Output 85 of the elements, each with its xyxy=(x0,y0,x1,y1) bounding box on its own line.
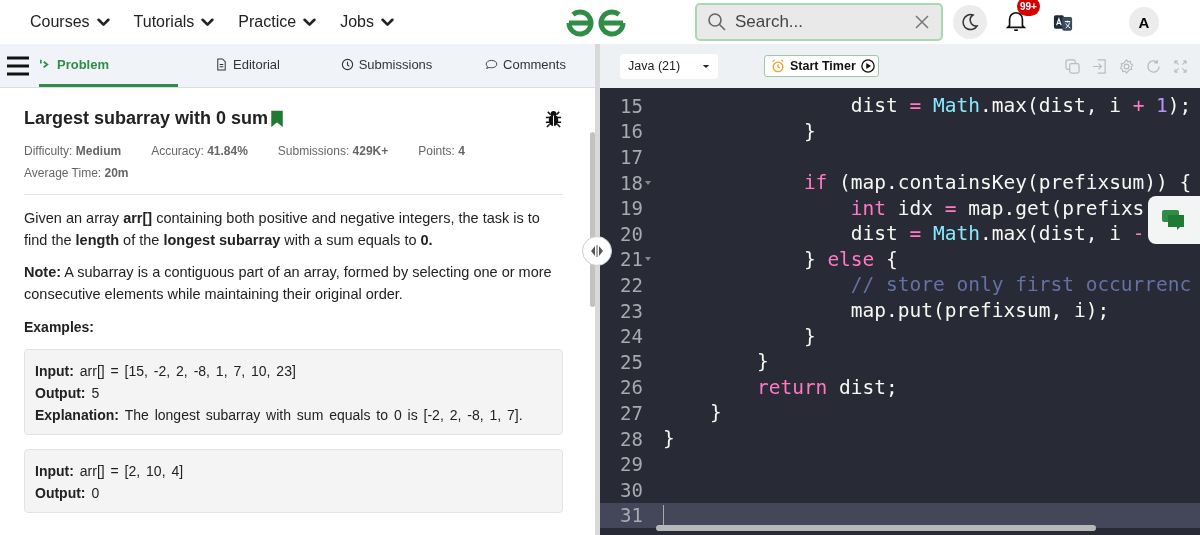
avatar-button[interactable]: A xyxy=(1129,7,1159,37)
menu-icon[interactable] xyxy=(6,56,30,76)
caret-icon xyxy=(702,63,710,69)
code-line: } else { xyxy=(802,247,898,271)
line-number: 27 xyxy=(620,401,643,424)
code-line: dist = Math.max(dist, i + 1); xyxy=(849,94,1192,118)
example-line: Input: arr[] = [2, 10, 4] xyxy=(35,462,185,481)
example-line: Output: 5 xyxy=(35,384,101,403)
split-arrows-icon xyxy=(590,245,604,257)
bug-icon[interactable] xyxy=(544,108,563,128)
example-line: Explanation: The longest subarray with sum equals to 0 is [-2, 2, -8, 1, 7]. xyxy=(35,406,524,425)
line-number: 24 xyxy=(620,325,643,348)
line-number: 25 xyxy=(620,350,643,373)
moon-icon xyxy=(960,12,980,32)
code-line: if (map.containsKey(prefixsum)) { xyxy=(802,171,1192,195)
code-line: } xyxy=(802,324,816,348)
line-number: 18 xyxy=(620,171,643,194)
code-line: } xyxy=(708,401,722,425)
nav-menu[interactable]: Tutorials xyxy=(133,13,215,31)
problem-title: Largest subarray with 0 sum xyxy=(24,107,269,129)
code-icon xyxy=(39,57,52,71)
line-number: 28 xyxy=(620,427,643,450)
logo-icon[interactable] xyxy=(565,6,627,38)
speech-bubble-icon xyxy=(485,57,499,71)
bookmark-icon[interactable] xyxy=(271,109,284,127)
tab[interactable]: Submissions xyxy=(317,44,456,87)
line-number: 23 xyxy=(620,299,643,322)
search-icon xyxy=(707,12,727,32)
text-cursor xyxy=(663,505,664,526)
chevron-down-icon xyxy=(380,17,394,27)
tab[interactable]: Comments xyxy=(456,44,595,87)
code-line: dist = Math.max(dist, i - xyxy=(849,222,1145,246)
fold-icon[interactable] xyxy=(644,257,651,262)
start-timer-button[interactable]: Start Timer xyxy=(764,55,879,77)
play-icon xyxy=(860,59,875,73)
line-number: 15 xyxy=(620,94,643,117)
line-number: 26 xyxy=(620,376,643,399)
notification-badge: 99+ xyxy=(1017,0,1040,16)
chat-button[interactable] xyxy=(1148,196,1200,244)
problem-text: Given an array arr[] containing both positive and negative integers, the task is to find the length of the longest subarray with a sum equals to 0. xyxy=(24,209,541,250)
problem-text: Note: A subarray is a contiguous part of an array, formed by selecting one or more consecutive elements while maintaining their original order. xyxy=(24,263,553,304)
line-number: 29 xyxy=(620,453,643,476)
code-line: int idx = map.get(prefixs xyxy=(849,196,1145,220)
code-line: map.put(prefixsum, i); xyxy=(849,299,1110,323)
nav-menu[interactable]: Jobs xyxy=(340,13,394,31)
chat-icon xyxy=(1161,209,1187,231)
chevron-down-icon xyxy=(201,17,215,27)
line-number: 17 xyxy=(620,146,643,168)
line-number: 22 xyxy=(620,273,643,296)
code-line: } xyxy=(802,119,816,143)
scrollbar-thumb[interactable] xyxy=(656,525,1096,531)
line-number: 16 xyxy=(620,120,643,143)
problem-stat: Average Time: 20m xyxy=(24,166,129,180)
tab[interactable]: Editorial xyxy=(178,44,317,87)
nav-menu[interactable]: Courses xyxy=(30,13,110,31)
problem-stat: Submissions: 429K+ xyxy=(277,144,389,158)
document-icon xyxy=(215,57,228,71)
close-icon[interactable] xyxy=(914,14,930,30)
language-dropdown[interactable]: Java (21) xyxy=(620,53,718,79)
line-number: 31 xyxy=(620,504,643,527)
problem-stat: Accuracy: 41.84% xyxy=(151,144,248,158)
line-number: 20 xyxy=(620,222,643,245)
tab[interactable]: Problem xyxy=(39,44,178,87)
problem-stat: Points: 4 xyxy=(418,144,465,158)
example-line: Output: 0 xyxy=(35,484,101,503)
line-number: 21 xyxy=(620,248,643,271)
nav-menu[interactable]: Practice xyxy=(238,13,317,31)
translate-icon[interactable] xyxy=(1053,12,1073,32)
clock-icon xyxy=(340,57,354,71)
bell-icon[interactable] xyxy=(1005,9,1027,33)
search-field[interactable]: Search... xyxy=(695,3,943,41)
examples-heading: Examples: xyxy=(24,319,96,335)
example-line: Input: arr[] = [15, -2, 2, -8, 1, 7, 10, 23] xyxy=(35,362,297,381)
line-number: 30 xyxy=(620,478,643,501)
code-line: // store only first occurrenc xyxy=(849,273,1192,297)
alarm-clock-icon xyxy=(771,59,785,73)
chevron-down-icon xyxy=(96,17,110,27)
fold-icon[interactable] xyxy=(644,180,651,185)
code-line: return dist; xyxy=(755,375,898,399)
code-line: } xyxy=(663,427,675,450)
problem-stat: Difficulty: Medium xyxy=(24,144,122,158)
line-number: 19 xyxy=(620,197,643,220)
dark-mode-button[interactable] xyxy=(953,5,987,39)
code-line: } xyxy=(755,350,769,374)
chevron-down-icon xyxy=(303,17,317,27)
